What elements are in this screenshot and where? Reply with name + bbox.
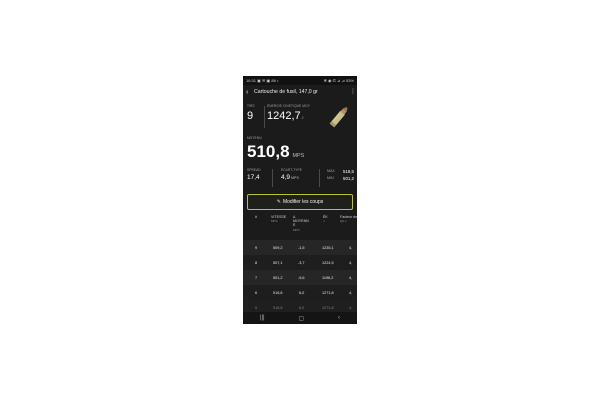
divider — [272, 169, 273, 187]
bullet-cartridge-icon — [329, 107, 348, 128]
spread-label: SPREAD — [247, 168, 261, 172]
shots-stat: TIRS 9 — [247, 104, 255, 122]
spread-stat: SPREAD 17,4 — [247, 168, 261, 181]
min-value: 501,2 — [343, 176, 354, 181]
energy-value-line: 1242,7J — [267, 110, 310, 122]
column-header-number[interactable]: # — [255, 215, 257, 219]
std-dev-value: 4,9 — [281, 174, 291, 181]
energy-stat: ÉNERGIE CINÉTIQUE MOY. 1242,7J — [267, 104, 310, 122]
shots-value: 9 — [247, 110, 254, 122]
phone-screen: 16:31 ▣ ✉ ▣ 86 • ✻ ◉ ✆ ⊿ ⊿ 53% ‹ Cartouc… — [243, 76, 357, 324]
modify-shots-label: Modifier les coups — [282, 199, 324, 205]
status-notification-icons: ▣ ✉ ▣ 86 • — [257, 78, 279, 83]
app-bar: ‹ Cartouche de fusil, 147,0 gr ⋮ — [243, 85, 357, 99]
min-line: MIN 501,2 — [327, 176, 354, 181]
table-row[interactable]: 6 516,8 6,0 1271,8 4, — [243, 285, 357, 300]
column-header-velocity[interactable]: VITESSE MPS — [271, 215, 289, 223]
table-row[interactable]: 7 501,2 -9,6 1196,2 4, — [243, 270, 357, 285]
average-value: 510,8 — [247, 142, 290, 161]
system-nav-bar: ||| ▢ ‹ — [243, 312, 357, 324]
status-right: ✻ ◉ ✆ ⊿ ⊿ 53% — [324, 78, 354, 83]
max-line: MAX 518,5 — [327, 169, 354, 174]
page-title: Cartouche de fusil, 147,0 gr — [254, 89, 318, 95]
column-header-energy[interactable]: ÉK J — [323, 215, 335, 223]
max-value: 518,5 — [343, 169, 354, 174]
spread-value: 17,4 — [247, 174, 260, 181]
table-header: # VITESSE MPS Δ MOYENN E MPS ÉK J Facteu… — [243, 215, 357, 239]
max-min-stat: MAX 518,5 MIN 501,2 — [327, 169, 354, 183]
average-velocity-stat: MOYENN 510,8 MPS — [247, 136, 304, 162]
max-label: MAX — [327, 169, 335, 173]
table-row[interactable]: 8 507,1 -3,7 1224,5 4, — [243, 255, 357, 270]
energy-value: 1242,7 — [267, 110, 301, 122]
status-bar: 16:31 ▣ ✉ ▣ 86 • ✻ ◉ ✆ ⊿ ⊿ 53% — [243, 76, 357, 85]
battery-level: 53% — [345, 78, 354, 83]
energy-unit: J — [301, 116, 304, 120]
energy-label: ÉNERGIE CINÉTIQUE MOY. — [267, 104, 311, 108]
home-icon[interactable]: ▢ — [299, 315, 305, 322]
shots-table-body: 9 509,2 -1,5 1235,1 4, 8 507,1 -3,7 1224… — [243, 240, 357, 315]
column-header-delta[interactable]: Δ MOYENN E MPS — [293, 215, 309, 232]
column-header-power-factor[interactable]: Facteur de puissance kgf·s — [340, 215, 357, 223]
back-arrow-icon[interactable]: ‹ — [246, 89, 254, 96]
status-time: 16:31 — [246, 78, 257, 83]
summary-row-top: TIRS 9 ÉNERGIE CINÉTIQUE MOY. 1242,7J — [247, 104, 353, 132]
status-left: 16:31 ▣ ✉ ▣ 86 • — [246, 78, 278, 83]
recent-apps-icon[interactable]: ||| — [260, 315, 265, 321]
back-icon[interactable]: ‹ — [338, 315, 340, 321]
std-dev-stat: ÉCART-TYPE 4,9MPS — [281, 168, 302, 181]
min-label: MIN — [327, 176, 334, 180]
average-label: MOYENN — [247, 136, 262, 140]
more-options-icon[interactable]: ⋮ — [350, 89, 356, 95]
modify-shots-button[interactable]: ✎ Modifier les coups — [247, 194, 353, 210]
average-value-line: 510,8 MPS — [247, 142, 304, 162]
table-row[interactable]: 9 509,2 -1,5 1235,1 4, — [243, 240, 357, 255]
average-unit: MPS — [292, 153, 305, 159]
status-system-icons: ✻ ◉ ✆ ⊿ ⊿ — [323, 78, 345, 83]
divider — [264, 106, 265, 128]
pencil-icon: ✎ — [276, 199, 281, 205]
std-dev-label: ÉCART-TYPE — [281, 168, 302, 172]
std-dev-value-line: 4,9MPS — [281, 174, 302, 181]
divider — [319, 169, 320, 187]
summary-row-bottom: SPREAD 17,4 ÉCART-TYPE 4,9MPS MAX 518,5 … — [247, 168, 354, 190]
shots-label: TIRS — [247, 104, 255, 108]
std-dev-unit: MPS — [291, 176, 299, 180]
